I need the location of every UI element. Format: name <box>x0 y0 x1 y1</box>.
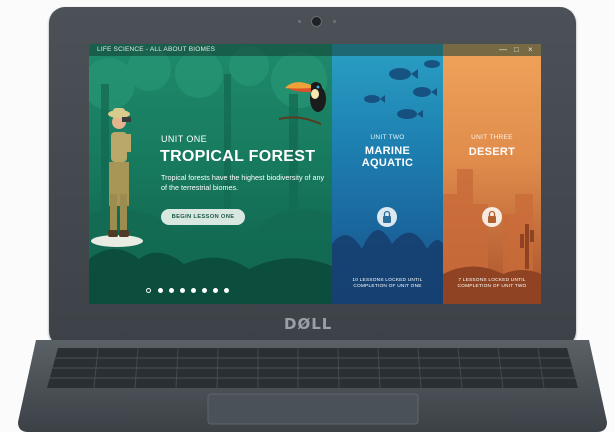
begin-lesson-button[interactable]: BEGIN LESSON ONE <box>161 209 245 225</box>
app-window: UNIT ONE TROPICAL FOREST Tropical forest… <box>89 44 541 304</box>
app-title: LIFE SCIENCE - ALL ABOUT BIOMES <box>97 46 216 53</box>
lock-icon <box>377 207 397 227</box>
marine-illustration <box>332 60 443 304</box>
unit-one-description: Tropical forests have the highest biodiv… <box>161 173 325 192</box>
unit-one-label: UNIT ONE <box>161 134 208 144</box>
unit-three-lock-note-line2: COMPLETION OF UNIT TWO <box>457 284 527 289</box>
pagination-dot[interactable] <box>191 288 196 293</box>
pagination-dot[interactable] <box>180 288 185 293</box>
desert-illustration <box>443 169 541 304</box>
minimize-button[interactable]: — <box>499 45 507 54</box>
pagination-dot-active[interactable] <box>146 288 151 293</box>
pagination-dot[interactable] <box>202 288 207 293</box>
maximize-button[interactable]: □ <box>514 45 519 54</box>
window-title-bar[interactable]: LIFE SCIENCE - ALL ABOUT BIOMES — □ × <box>89 44 541 56</box>
sensor-dot <box>333 20 336 23</box>
laptop-brand-logo: DØLL <box>284 315 333 333</box>
pagination-dot[interactable] <box>158 288 163 293</box>
unit-two-label: UNIT TWO <box>370 134 405 141</box>
pagination-dot[interactable] <box>169 288 174 293</box>
pagination-dot[interactable] <box>224 288 229 293</box>
unit-two-title-line1: MARINE <box>364 145 411 157</box>
unit-three-label: UNIT THREE <box>471 134 513 141</box>
unit-three-panel[interactable]: UNIT THREE DESERT 7 LESSONS LOCKED UNTIL… <box>443 44 541 304</box>
unit-two-panel[interactable]: UNIT TWO MARINE AQUATIC 10 LESSONS LOCKE… <box>332 44 443 304</box>
unit-two-title-line2: AQUATIC <box>361 157 414 169</box>
laptop-base <box>18 340 607 432</box>
webcam-icon <box>311 16 322 27</box>
pagination-dot[interactable] <box>213 288 218 293</box>
unit-one-title: TROPICAL FOREST <box>160 148 316 165</box>
lock-icon <box>482 207 502 227</box>
unit-two-lock-note-line2: COMPLETION OF UNIT ONE <box>353 284 422 289</box>
unit-three-title: DESERT <box>468 146 516 158</box>
close-button[interactable]: × <box>528 45 533 54</box>
sensor-dot <box>298 20 301 23</box>
unit-one-panel[interactable]: UNIT ONE TROPICAL FOREST Tropical forest… <box>89 44 332 304</box>
